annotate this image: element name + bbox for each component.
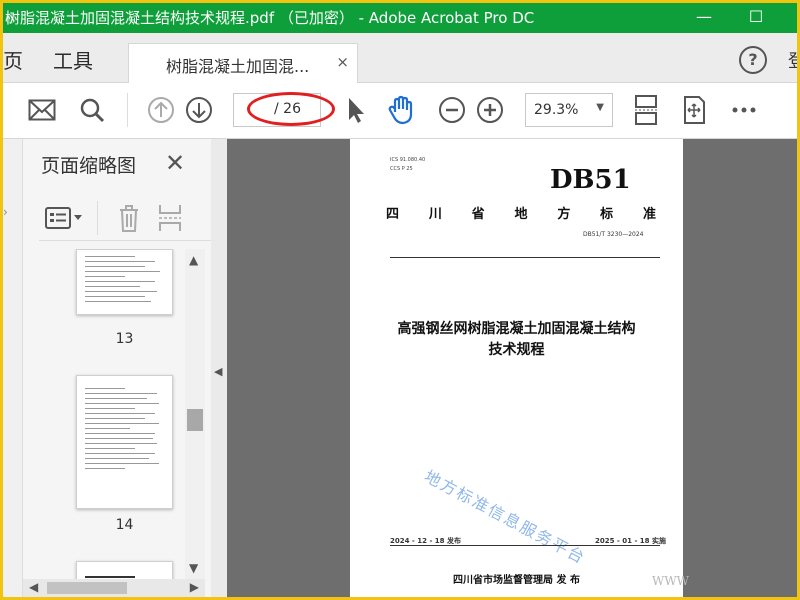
document-tab-label: 树脂混凝土加固混... [166, 57, 310, 76]
zoom-level-value: 29.3% [534, 102, 579, 118]
panel-toolbar [39, 197, 211, 241]
collapse-panel-handle[interactable]: ◀ [211, 139, 227, 597]
next-page-icon[interactable] [184, 95, 214, 125]
thumbnail-page-15[interactable] [76, 561, 173, 579]
sign-in-link[interactable]: 登 [788, 47, 797, 73]
standard-type: 四 川 省 地 方 标 准 [386, 207, 656, 222]
thumbnails-panel: 页面缩略图 ✕ 13 14 ▲ ▼ ◀ ▶ [23, 139, 211, 597]
previous-page-icon[interactable] [146, 95, 176, 125]
url-watermark: WWW [652, 574, 690, 588]
tab-home[interactable]: 页 [3, 45, 23, 74]
title-bar: ◍ 树脂混凝土加固混凝土结构技术规程.pdf （已加密） - Adobe Acr… [3, 3, 797, 33]
scroll-right-icon[interactable]: ▶ [190, 580, 199, 594]
thumbnail-page-13[interactable] [76, 249, 173, 315]
tab-tools[interactable]: 工具 [53, 45, 93, 74]
search-icon[interactable] [77, 95, 107, 125]
panel-title: 页面缩略图 [41, 155, 137, 177]
hand-tool-icon[interactable] [387, 95, 417, 125]
tab-bar: 页 工具 树脂混凝土加固混... × ? 登 [3, 33, 797, 83]
window-title: 树脂混凝土加固混凝土结构技术规程.pdf （已加密） - Adobe Acrob… [5, 9, 535, 27]
trash-icon[interactable] [117, 203, 141, 237]
app-window: ◍ 树脂混凝土加固混凝土结构技术规程.pdf （已加密） - Adobe Acr… [3, 3, 797, 597]
collapse-arrow-icon: ◀ [214, 365, 223, 378]
highlight-ellipse [247, 92, 335, 126]
page-watermark: 地方标准信息服务平台 [421, 466, 590, 568]
footer-rule [390, 545, 660, 546]
full-screen-icon[interactable] [679, 95, 709, 125]
maximize-button[interactable]: ☐ [733, 3, 779, 33]
thumbnail-page-14[interactable] [76, 375, 173, 509]
minimize-button[interactable]: — [681, 3, 727, 33]
zoom-out-icon[interactable] [437, 95, 467, 125]
toolbar: / 26 29.3% ▼ [3, 83, 797, 139]
close-panel-icon[interactable]: ✕ [165, 149, 185, 177]
zoom-in-icon[interactable] [475, 95, 505, 125]
panel-separator [97, 201, 98, 235]
panel-pointer-icon: › [3, 205, 8, 219]
document-title: 高强钢丝网树脂混凝土加固混凝土结构 技术规程 [397, 321, 636, 358]
scroll-left-icon[interactable]: ◀ [29, 580, 38, 594]
mail-icon[interactable] [27, 95, 57, 125]
standard-brand: DB51 [550, 165, 631, 195]
thumbnail-scrollbar[interactable]: ▲ ▼ [185, 249, 205, 579]
more-tools-icon[interactable] [729, 95, 759, 125]
ics-code: ICS 91.080.40 CCS P 25 [390, 157, 426, 172]
select-cursor-icon[interactable] [341, 95, 371, 125]
pdf-page: ICS 91.080.40 CCS P 25 DB51 四 川 省 地 方 标 … [350, 139, 683, 597]
close-tab-icon[interactable]: × [336, 53, 349, 71]
horizontal-scrollbar-thumb[interactable] [47, 582, 127, 594]
page-display-icon[interactable] [157, 203, 183, 237]
scroll-up-icon[interactable]: ▲ [189, 253, 198, 267]
document-view[interactable]: ICS 91.080.40 CCS P 25 DB51 四 川 省 地 方 标 … [227, 139, 797, 597]
help-icon[interactable]: ? [739, 46, 767, 74]
thumbnail-label-14: 14 [115, 517, 134, 533]
chevron-down-icon: ▼ [596, 102, 604, 113]
horizontal-scrollbar[interactable]: ◀ ▶ [23, 579, 205, 597]
thumbnail-label-13: 13 [115, 331, 134, 347]
left-navigation-strip: › [3, 139, 23, 597]
thumbnail-list: 13 14 [23, 249, 185, 579]
thumbnail-options-icon[interactable] [45, 207, 85, 233]
issuing-authority: 四川省市场监督管理局 发 布 [453, 575, 580, 586]
toolbar-separator [127, 93, 128, 127]
fit-page-icon[interactable] [631, 95, 661, 125]
zoom-level-dropdown[interactable]: 29.3% ▼ [525, 93, 613, 127]
tab-document[interactable]: 树脂混凝土加固混... × [128, 43, 358, 83]
standard-code: DB51/T 3230—2024 [583, 231, 644, 238]
header-rule [390, 257, 660, 258]
scroll-down-icon[interactable]: ▼ [189, 561, 198, 575]
scrollbar-thumb[interactable] [187, 409, 203, 431]
